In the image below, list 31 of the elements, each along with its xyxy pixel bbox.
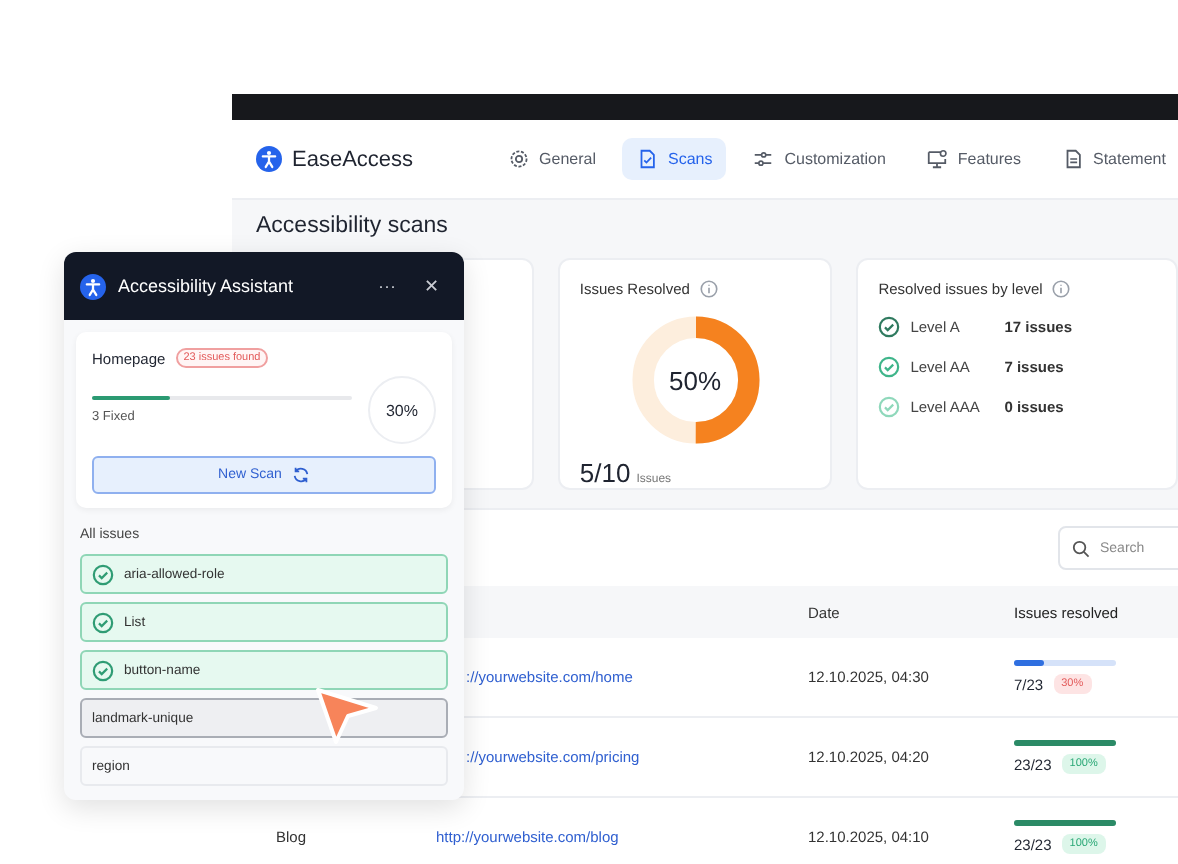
resolved-count: 5/10 — [579, 458, 631, 488]
percent-reading: 50% — [667, 363, 724, 399]
assistant-title: Accessibility Assistant — [118, 276, 296, 296]
nav-tab[interactable]: Statement — [1047, 138, 1178, 180]
nav-tab[interactable]: Features — [911, 138, 1035, 180]
check-circle-icon — [878, 316, 901, 338]
check-circle-icon — [878, 356, 901, 378]
sliders-icon — [752, 148, 775, 170]
document-icon — [1061, 148, 1083, 170]
check-circle-icon — [92, 563, 114, 585]
accessibility-logo-icon — [256, 146, 282, 172]
check-circle-icon — [878, 396, 901, 418]
gear-icon — [507, 148, 530, 170]
info-icon — [1052, 280, 1071, 298]
cursor-arrow-icon — [312, 682, 380, 746]
page-heading: Accessibility scans — [256, 214, 450, 238]
accessibility-icon — [80, 273, 106, 299]
check-circle-icon — [92, 659, 114, 681]
search-icon — [1072, 539, 1090, 557]
nav-tab[interactable]: Scans — [622, 138, 727, 180]
document-check-icon — [636, 148, 658, 170]
nav-tab[interactable]: General — [493, 138, 610, 180]
monitor-icon — [925, 148, 948, 170]
close-button[interactable]: ✕ — [416, 276, 448, 296]
brand-name: EaseAccess — [292, 147, 414, 171]
more-button[interactable]: ··· — [370, 276, 404, 296]
check-circle-icon — [92, 611, 114, 633]
refresh-icon — [291, 466, 310, 484]
info-icon — [699, 280, 718, 298]
nav-tab[interactable]: Customization — [738, 138, 900, 180]
percent-circle: 30% — [368, 376, 436, 444]
